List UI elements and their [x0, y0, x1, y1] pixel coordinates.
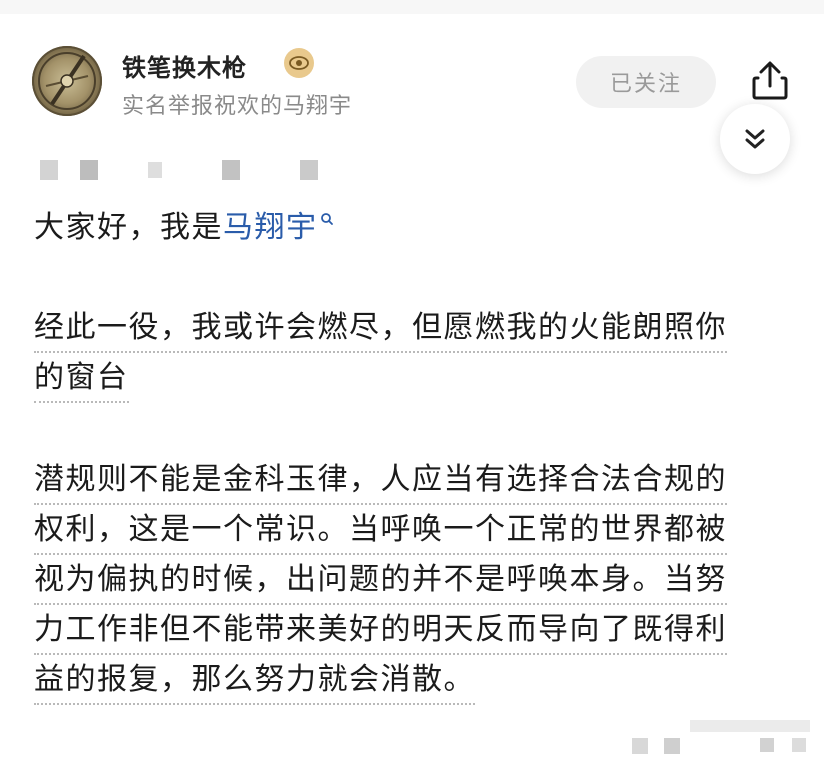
watermark-blur: [792, 738, 806, 752]
redacted-block: [300, 160, 318, 180]
redacted-block: [222, 160, 240, 180]
follow-button[interactable]: 已关注: [576, 56, 716, 108]
paragraph-line: 视为偏执的时候，出问题的并不是呼唤本身。当努: [34, 562, 727, 605]
watermark-blur: [664, 738, 680, 754]
user-subtitle: 实名举报祝欢的马翔宇: [122, 94, 353, 119]
paragraph-line: 力工作非但不能带来美好的明天反而导向了既得利: [34, 612, 727, 655]
avatar[interactable]: [32, 46, 102, 116]
top-divider: [0, 0, 824, 14]
avatar-image: [38, 52, 96, 110]
search-icon[interactable]: [320, 212, 334, 226]
greeting-prefix: 大家好，我是: [34, 210, 223, 245]
paragraph-1: 经此一役，我或许会燃尽，但愿燃我的火能朗照你 的窗台: [34, 306, 794, 406]
username[interactable]: 铁笔换木枪: [122, 48, 247, 83]
paragraph-line: 经此一役，我或许会燃尽，但愿燃我的火能朗照你: [34, 310, 727, 353]
redacted-block: [148, 162, 162, 178]
watermark-blur: [690, 720, 810, 732]
expand-button[interactable]: [720, 104, 790, 174]
share-icon[interactable]: [748, 58, 792, 102]
double-chevron-down-icon: [745, 129, 765, 149]
watermark-blur: [632, 738, 648, 754]
watermark-blur: [760, 738, 774, 752]
paragraph-2: 潜规则不能是金科玉律，人应当有选择合法合规的 权利，这是一个常识。当呼唤一个正常…: [34, 458, 794, 708]
paragraph-line: 益的报复，那么努力就会消散。: [34, 662, 475, 705]
paragraph-line: 潜规则不能是金科玉律，人应当有选择合法合规的: [34, 462, 727, 505]
mention-link[interactable]: 马翔宇: [223, 210, 318, 245]
verified-eye-icon: [284, 48, 314, 78]
redacted-block: [40, 160, 58, 180]
redacted-block: [80, 160, 98, 180]
paragraph-line: 权利，这是一个常识。当呼唤一个正常的世界都被: [34, 512, 727, 555]
greeting-line: 大家好，我是马翔宇: [34, 208, 334, 248]
paragraph-line: 的窗台: [34, 360, 129, 403]
